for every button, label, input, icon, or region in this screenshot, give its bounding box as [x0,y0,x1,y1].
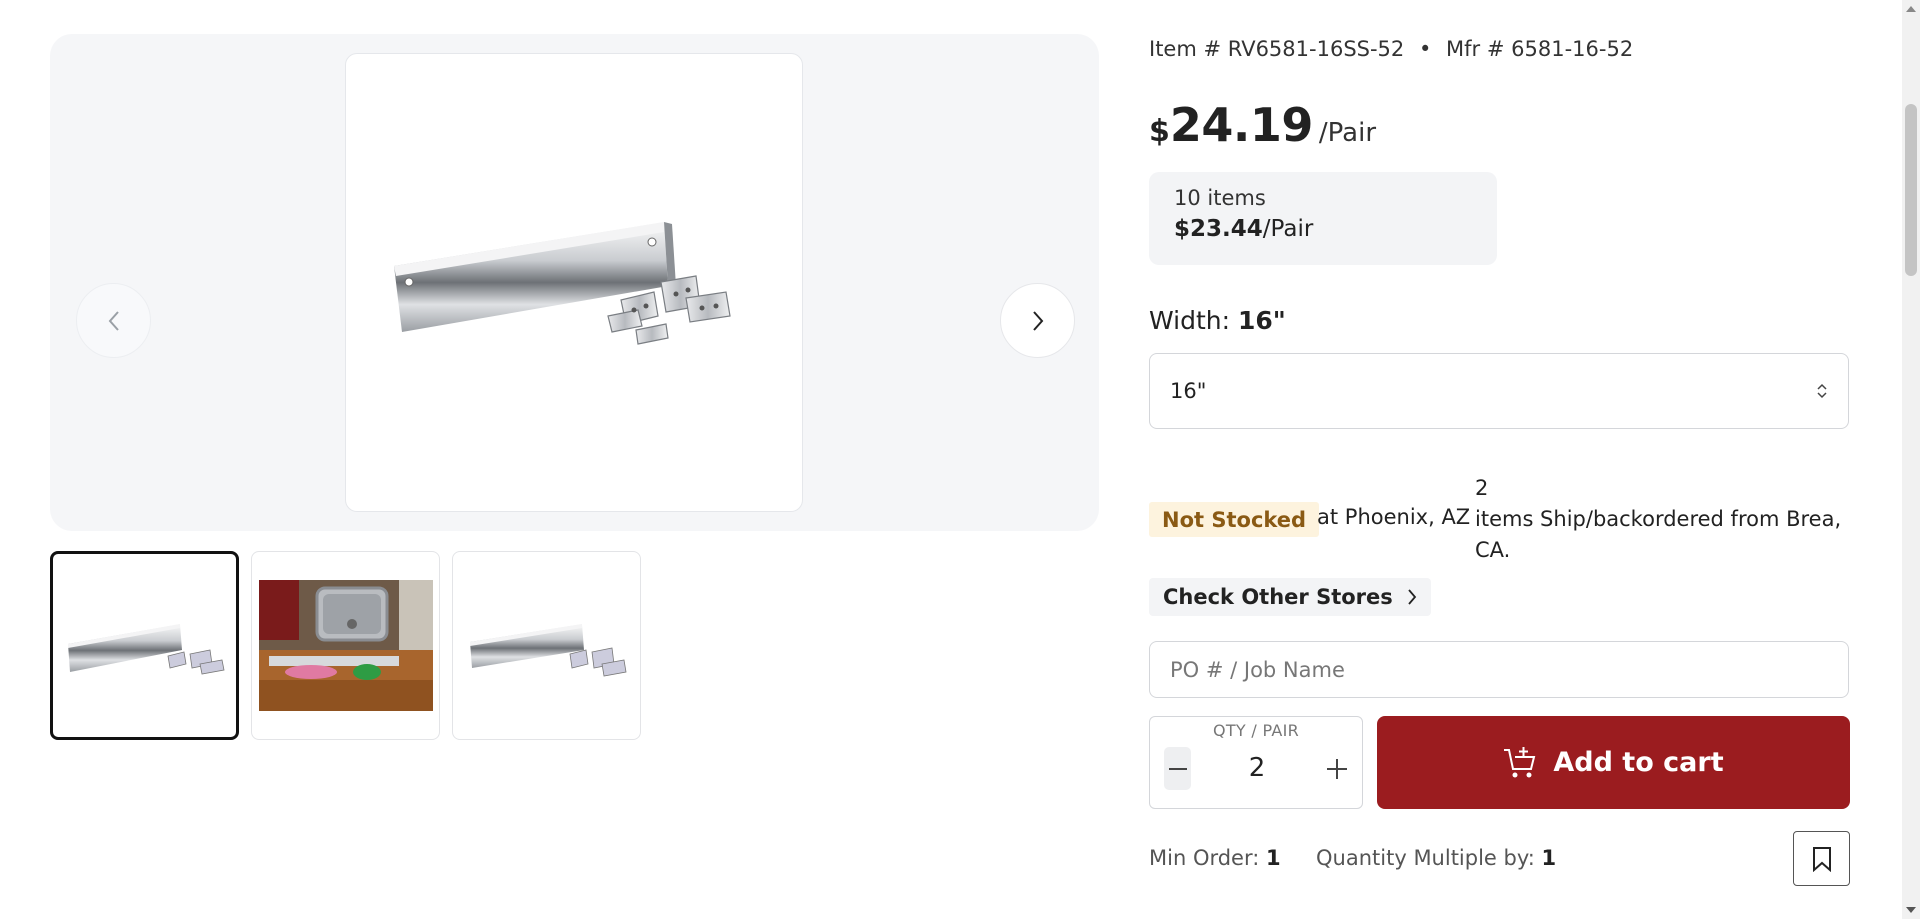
price-amount: 24.19 [1169,98,1314,152]
po-job-name-input[interactable] [1149,641,1849,698]
chevron-left-icon [108,310,119,331]
stock-status-row: Not Stocked at Phoenix, AZ 2 items Ship/… [1149,473,1849,565]
item-number-line: Item # RV6581-16SS-52 • Mfr # 6581-16-52 [1149,37,1633,61]
chevron-right-icon [1032,310,1043,331]
tier-price-unit: /Pair [1262,216,1314,242]
chevron-up-down-icon [1817,383,1827,399]
width-selected-value: 16" [1238,306,1286,335]
chevron-right-icon [1408,589,1416,605]
save-to-list-button[interactable] [1793,831,1850,886]
scrollbar-thumb[interactable] [1905,104,1917,276]
cart-add-icon [1504,746,1536,777]
stock-location: at Phoenix, AZ [1317,505,1471,529]
thumbnail-3[interactable] [452,551,641,740]
quantity-label: QTY / PAIR [1212,721,1300,740]
ship-text: items Ship/backordered from Brea, CA. [1475,507,1842,562]
price-unit: /Pair [1318,118,1377,148]
mfr-number: 6581-16-52 [1511,37,1634,61]
tier-quantity: 10 items [1174,186,1266,210]
stock-status-badge: Not Stocked [1149,502,1320,537]
plus-icon [1326,758,1347,779]
minus-icon [1168,767,1187,770]
bullet-separator: • [1418,37,1432,61]
increase-quantity-button[interactable] [1323,747,1350,790]
scroll-up-arrow-icon[interactable] [1906,6,1916,12]
price-currency: $ [1149,114,1170,149]
scroll-down-arrow-icon[interactable] [1906,907,1916,913]
add-to-cart-label: Add to cart [1553,747,1724,778]
thumbnail-strip [50,551,641,740]
quantity-multiple-label: Quantity Multiple by: [1316,846,1535,870]
width-label-text: Width: [1149,306,1231,335]
product-photo-tray [394,222,731,345]
ship-info: 2 items Ship/backordered from Brea, CA. [1475,473,1855,566]
tier-price-amount: $23.44 [1174,216,1263,242]
width-select[interactable]: 16" [1149,353,1849,429]
width-select-value: 16" [1170,379,1207,403]
main-product-image[interactable] [345,53,803,512]
previous-image-button[interactable] [76,283,151,358]
product-image-gallery [50,34,1099,531]
ship-count: 2 [1475,476,1489,500]
decrease-quantity-button[interactable] [1164,747,1191,790]
tier-pricing-card: 10 items $23.44/Pair [1149,172,1497,265]
thumbnail-2[interactable] [251,551,440,740]
add-to-cart-button[interactable]: Add to cart [1377,716,1850,809]
item-prefix: Item # [1149,37,1222,61]
order-rules: Min Order: 1 Quantity Multiple by: 1 [1149,846,1556,870]
min-order-value: 1 [1266,846,1281,870]
check-other-stores-label: Check Other Stores [1163,585,1393,609]
min-order-label: Min Order: [1149,846,1260,870]
item-number: RV6581-16SS-52 [1227,37,1405,61]
price: $ 24.19 /Pair [1149,98,1376,152]
quantity-stepper: QTY / PAIR 2 [1149,716,1363,809]
thumbnail-tray-photo [67,623,224,674]
next-image-button[interactable] [1000,283,1075,358]
thumbnail-1[interactable] [50,551,239,740]
bookmark-icon [1812,846,1831,872]
quantity-multiple-value: 1 [1541,846,1557,870]
mfr-prefix: Mfr # [1446,37,1505,61]
thumbnail-sink-photo [258,580,433,711]
quantity-value[interactable]: 2 [1194,747,1320,790]
width-label: Width: 16" [1149,306,1286,335]
page-scrollbar[interactable] [1902,0,1920,919]
check-other-stores-button[interactable]: Check Other Stores [1149,578,1431,616]
tier-price: $23.44/Pair [1174,216,1472,242]
thumbnail-tray-photo [469,623,626,676]
